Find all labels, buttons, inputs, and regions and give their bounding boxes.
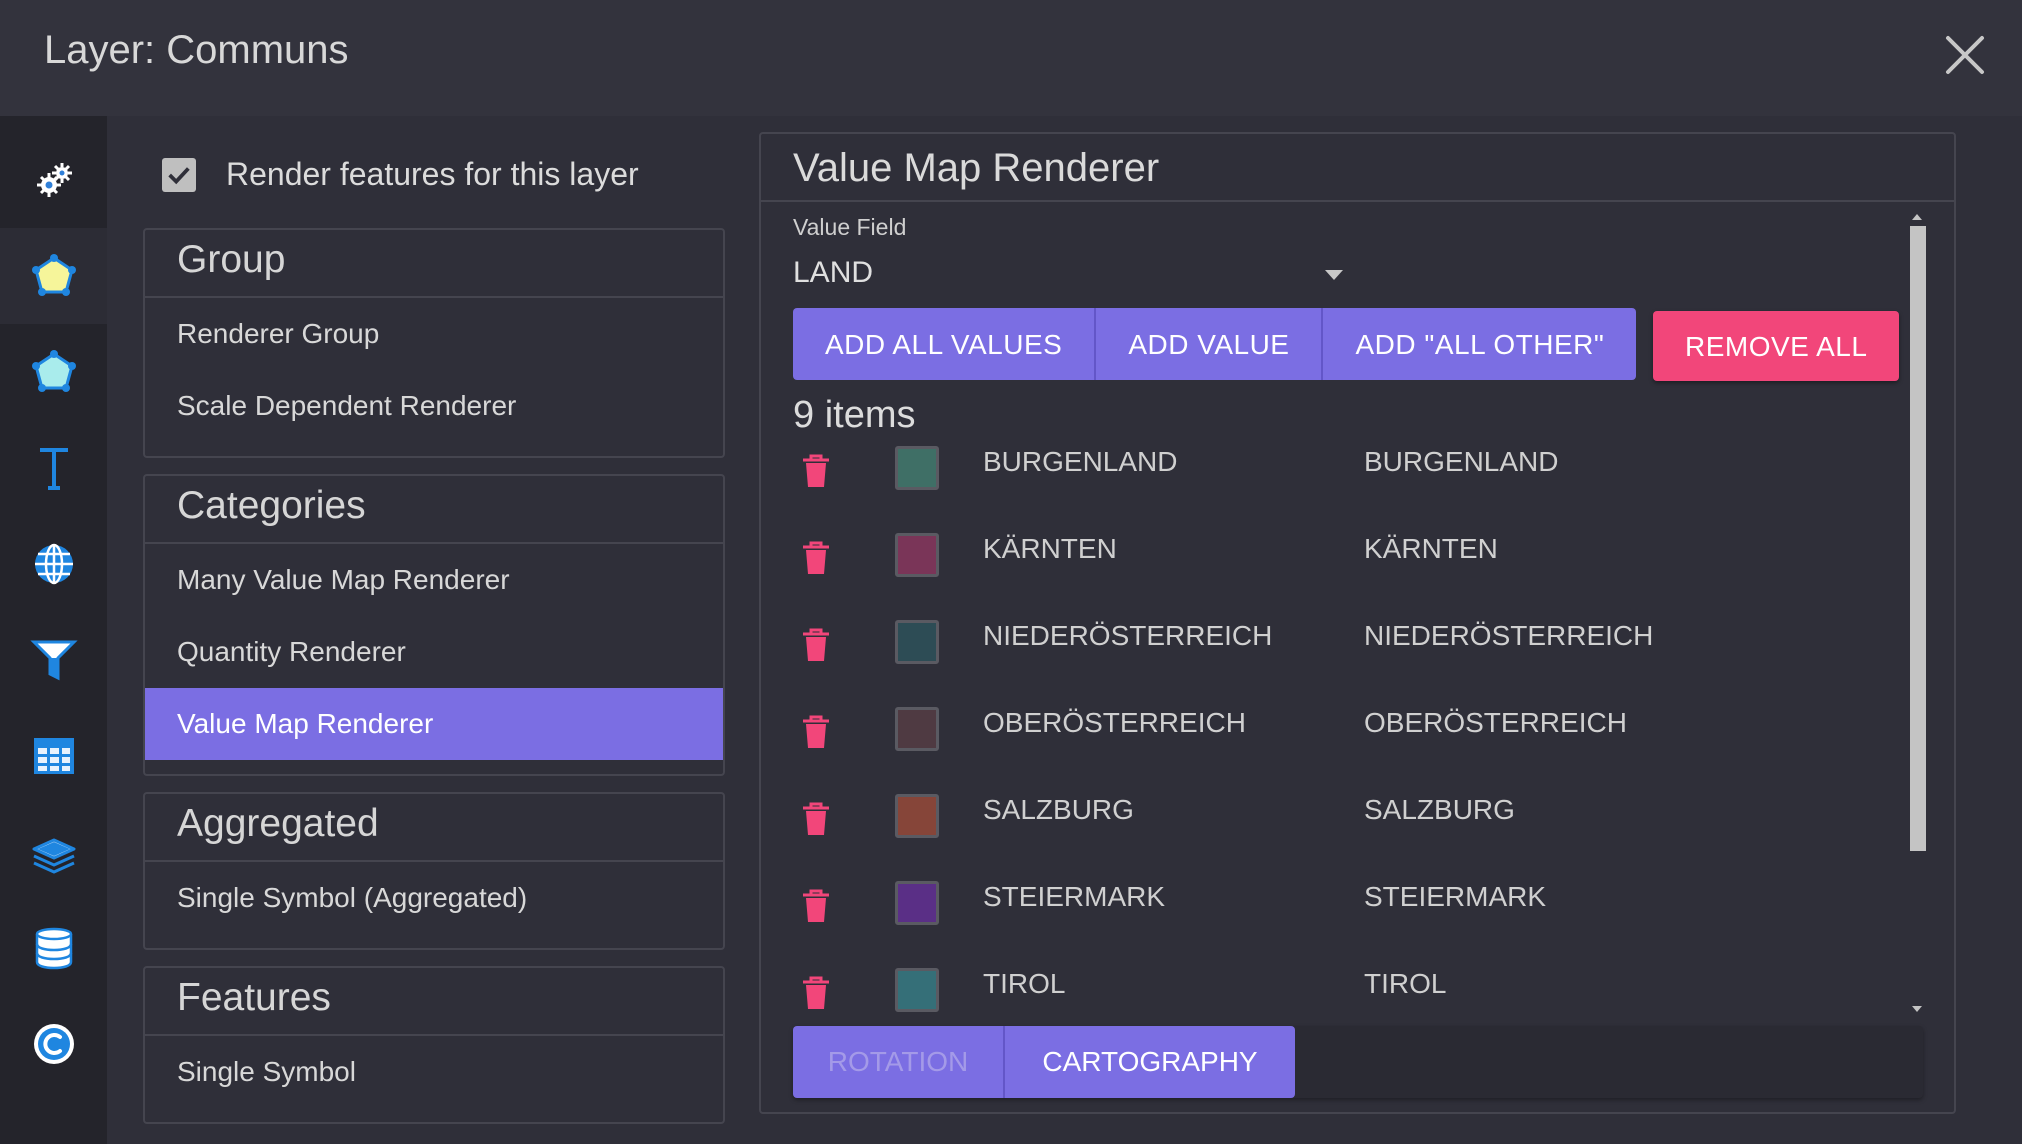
color-swatch[interactable]: [895, 968, 939, 1012]
render-features-toggle[interactable]: Render features for this layer: [162, 156, 639, 193]
row-value: TIROL: [983, 968, 1066, 999]
add-value-button[interactable]: ADD VALUE: [1096, 308, 1324, 380]
card-heading: Group: [145, 230, 723, 298]
row-label[interactable]: KÄRNTEN: [1364, 533, 1498, 565]
color-swatch[interactable]: [895, 533, 939, 577]
color-swatch[interactable]: [895, 794, 939, 838]
row-value: KÄRNTEN: [983, 533, 1117, 564]
panel-title: Value Map Renderer: [793, 146, 1160, 190]
card-heading: Categories: [145, 476, 723, 544]
tab-cartography[interactable]: CARTOGRAPHY: [1005, 1026, 1295, 1098]
tool-sidebar: [0, 116, 107, 1144]
row-label[interactable]: STEIERMARK: [1364, 881, 1546, 913]
add-buttons-group: ADD ALL VALUES ADD VALUE ADD "ALL OTHER": [793, 308, 1637, 380]
filter-icon[interactable]: [0, 612, 107, 708]
list-item: SALZBURG SALZBURG: [761, 794, 1901, 881]
list-item: STEIERMARK STEIERMARK: [761, 881, 1901, 968]
value-field-select[interactable]: LAND: [793, 256, 1343, 302]
value-map-panel: Value Map Renderer Value Field LAND ADD …: [759, 132, 1956, 1114]
list-item: NIEDERÖSTERREICH NIEDERÖSTERREICH: [761, 620, 1901, 707]
trash-icon[interactable]: [801, 541, 831, 575]
trash-icon[interactable]: [801, 454, 831, 488]
add-all-values-button[interactable]: ADD ALL VALUES: [793, 308, 1097, 380]
trash-icon[interactable]: [801, 715, 831, 749]
copyright-icon[interactable]: [0, 996, 107, 1092]
panel-tabs: ROTATION CARTOGRAPHY: [793, 1026, 1923, 1098]
panel-divider: [761, 200, 1956, 202]
tab-rotation[interactable]: ROTATION: [793, 1026, 1005, 1098]
renderer-option[interactable]: Single Symbol (Aggregated): [145, 862, 723, 934]
polygon-outline-icon[interactable]: [0, 324, 107, 420]
table-icon[interactable]: [0, 708, 107, 804]
value-field-value: LAND: [793, 256, 874, 289]
scroll-down-icon[interactable]: [1912, 1006, 1922, 1012]
value-field-label: Value Field: [793, 214, 907, 240]
dialog-header: Layer: Communs: [0, 0, 2022, 116]
color-swatch[interactable]: [895, 881, 939, 925]
list-item: OBERÖSTERREICH OBERÖSTERREICH: [761, 707, 1901, 794]
check-icon: [168, 166, 190, 184]
row-value: NIEDERÖSTERREICH: [983, 620, 1273, 651]
renderer-option[interactable]: Quantity Renderer: [145, 616, 723, 688]
color-swatch[interactable]: [895, 446, 939, 490]
card-heading: Features: [145, 968, 723, 1036]
database-icon[interactable]: [0, 900, 107, 996]
renderer-option[interactable]: Many Value Map Renderer: [145, 544, 723, 616]
text-label-icon[interactable]: [0, 420, 107, 516]
add-all-other-button[interactable]: ADD "ALL OTHER": [1323, 308, 1636, 380]
trash-icon[interactable]: [801, 628, 831, 662]
row-value: STEIERMARK: [983, 881, 1166, 912]
row-label[interactable]: BURGENLAND: [1364, 446, 1558, 478]
renderer-option-selected[interactable]: Value Map Renderer: [145, 688, 723, 760]
row-value: BURGENLAND: [983, 446, 1178, 477]
renderer-group-card: Group Renderer Group Scale Dependent Ren…: [143, 228, 725, 458]
remove-all-button[interactable]: REMOVE ALL: [1653, 311, 1900, 381]
polygon-fill-icon[interactable]: [0, 228, 107, 324]
scrollbar[interactable]: [1905, 214, 1927, 1014]
scrollbar-thumb[interactable]: [1910, 226, 1926, 851]
row-label[interactable]: TIROL: [1364, 968, 1446, 1000]
renderer-option[interactable]: Renderer Group: [145, 298, 723, 370]
layers-icon[interactable]: [0, 804, 107, 900]
renderer-aggregated-card: Aggregated Single Symbol (Aggregated): [143, 792, 725, 950]
card-heading: Aggregated: [145, 794, 723, 862]
list-item: BURGENLAND BURGENLAND: [761, 446, 1901, 533]
row-value: OBERÖSTERREICH: [983, 707, 1246, 738]
trash-icon[interactable]: [801, 889, 831, 923]
row-label[interactable]: NIEDERÖSTERREICH: [1364, 620, 1653, 652]
row-label[interactable]: OBERÖSTERREICH: [1364, 707, 1627, 739]
trash-icon[interactable]: [801, 976, 831, 1010]
color-swatch[interactable]: [895, 620, 939, 664]
color-swatch[interactable]: [895, 707, 939, 751]
chevron-down-icon: [1325, 270, 1343, 280]
render-features-checkbox[interactable]: [162, 157, 196, 192]
row-value: SALZBURG: [983, 794, 1134, 825]
scroll-up-icon[interactable]: [1912, 214, 1922, 220]
renderer-option[interactable]: Scale Dependent Renderer: [145, 370, 723, 442]
list-item: KÄRNTEN KÄRNTEN: [761, 533, 1901, 620]
dialog-title: Layer: Communs: [44, 28, 349, 72]
render-features-label: Render features for this layer: [226, 156, 639, 192]
renderer-option[interactable]: Single Symbol: [145, 1036, 723, 1108]
trash-icon[interactable]: [801, 802, 831, 836]
close-icon[interactable]: [1940, 30, 1990, 80]
renderer-categories-card: Categories Many Value Map Renderer Quant…: [143, 474, 725, 776]
value-list: BURGENLAND BURGENLAND KÄRNTEN KÄRNTEN NI…: [761, 446, 1901, 1050]
gears-icon[interactable]: [0, 132, 107, 228]
renderer-features-card: Features Single Symbol: [143, 966, 725, 1124]
globe-icon[interactable]: [0, 516, 107, 612]
item-count: 9 items: [793, 394, 916, 436]
row-label[interactable]: SALZBURG: [1364, 794, 1515, 826]
